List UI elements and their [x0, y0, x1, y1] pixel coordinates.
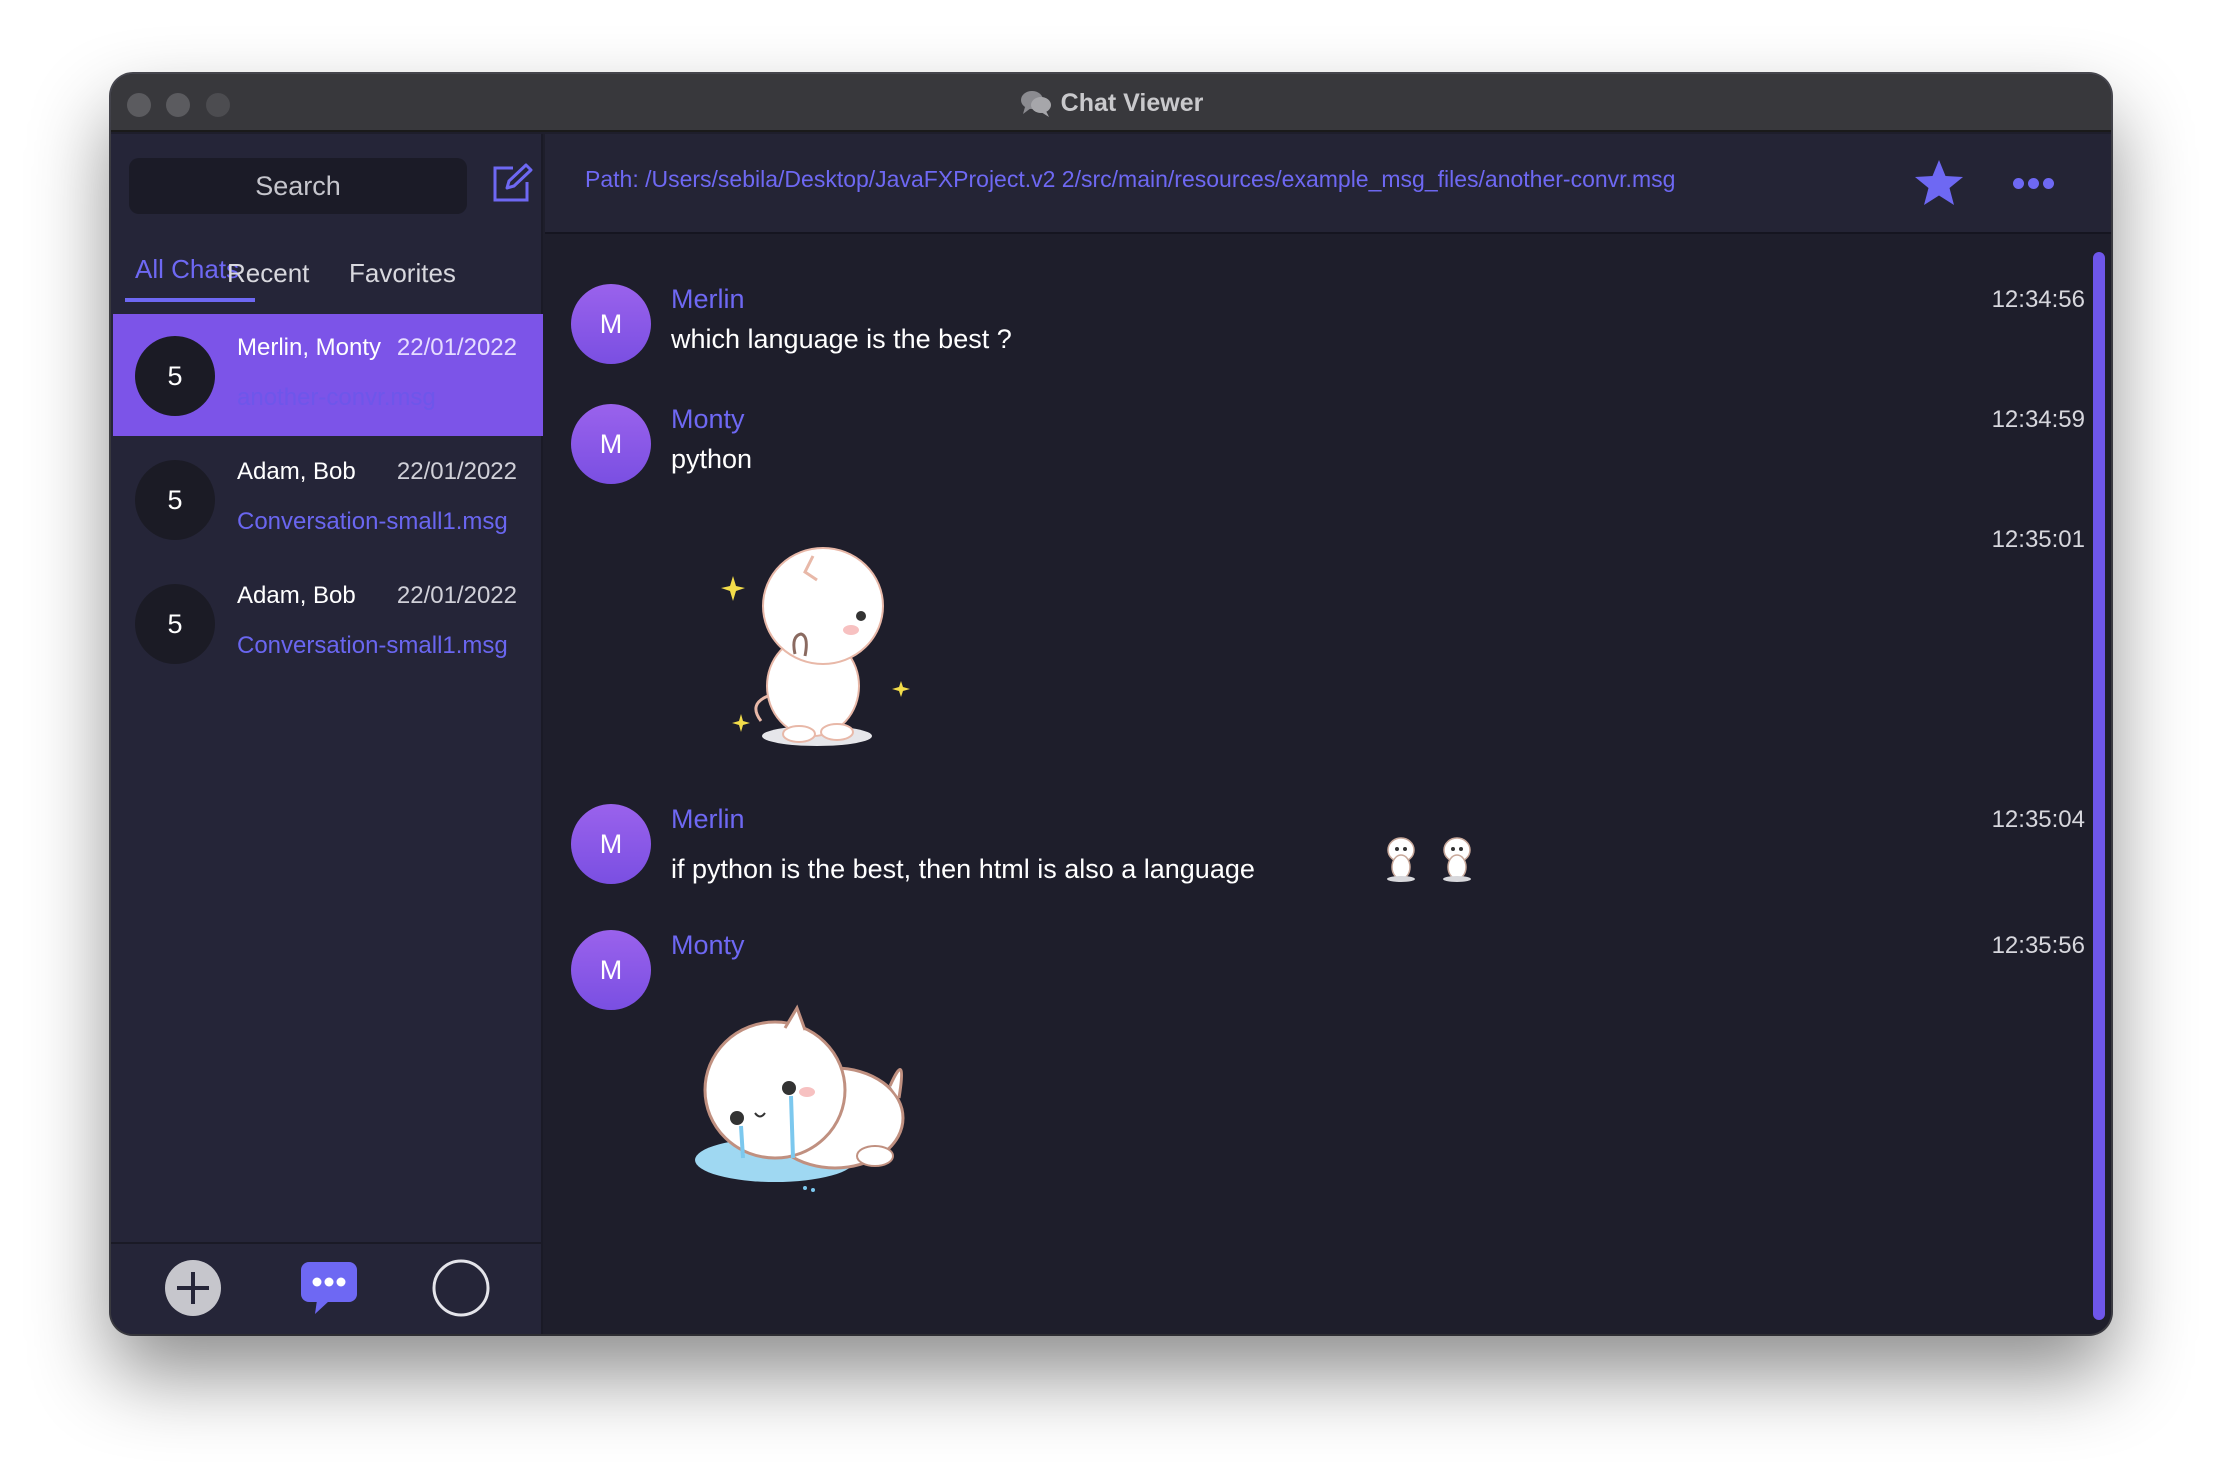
message-time: 12:34:59: [1991, 406, 2085, 433]
message-time: 12:35:01: [1991, 526, 2085, 553]
message-time: 12:34:56: [1991, 286, 2085, 313]
title-bar: Chat Viewer: [111, 74, 2111, 132]
chat-list-item[interactable]: 5 Adam, Bob 22/01/2022 Conversation-smal…: [113, 438, 543, 560]
star-icon[interactable]: [1913, 158, 1965, 208]
message-text: if python is the best, then html is also…: [671, 854, 1255, 884]
tab-recent[interactable]: Recent: [227, 258, 309, 289]
sender-name: Monty: [671, 930, 745, 960]
chat-bubble-icon[interactable]: [299, 1258, 359, 1318]
more-icon[interactable]: [2013, 176, 2055, 192]
message-text: python: [671, 444, 753, 474]
avatar: M: [571, 404, 651, 484]
message-count-badge: 5: [135, 460, 215, 540]
sender-name: Merlin: [671, 804, 745, 834]
chat-date: 22/01/2022: [396, 582, 517, 609]
sender-name: Monty: [671, 404, 745, 434]
active-tab-indicator: [125, 298, 255, 302]
sidebar: Search All Chats Recent Favorites 5 Merl…: [111, 134, 543, 1334]
message-count-badge: 5: [135, 584, 215, 664]
tab-favorites[interactable]: Favorites: [349, 258, 456, 289]
add-icon[interactable]: [163, 1258, 223, 1318]
search-input[interactable]: Search: [129, 158, 467, 214]
scrollbar[interactable]: [2093, 252, 2105, 1320]
chat-date: 22/01/2022: [396, 334, 517, 361]
message-text: which language is the best ?: [671, 324, 1012, 354]
chat-filename: another-convr.msg: [237, 384, 436, 411]
sidebar-toolbar: [111, 1242, 543, 1334]
compose-icon[interactable]: [489, 162, 533, 206]
chat-viewer-window: Chat Viewer Search All Chats Recent Favo…: [111, 74, 2111, 1334]
circle-icon[interactable]: [431, 1258, 491, 1318]
conversation-header: Path: /Users/sebila/Desktop/JavaFXProjec…: [545, 134, 2111, 234]
chat-participants: Adam, Bob: [237, 458, 356, 485]
avatar: M: [571, 284, 651, 364]
chat-list-item[interactable]: 5 Adam, Bob 22/01/2022 Conversation-smal…: [113, 562, 543, 684]
chat-viewer-app-icon: [1020, 91, 1051, 117]
conversation-panel: Path: /Users/sebila/Desktop/JavaFXProjec…: [545, 134, 2111, 1334]
chat-filename: Conversation-small1.msg: [237, 508, 508, 535]
file-path: Path: /Users/sebila/Desktop/JavaFXProjec…: [585, 166, 1676, 192]
cat-emoji: [1387, 837, 1471, 882]
avatar: M: [571, 930, 651, 1010]
chat-participants: Adam, Bob: [237, 582, 356, 609]
tab-all-chats[interactable]: All Chats: [135, 254, 239, 285]
window-title: Chat Viewer: [1060, 88, 1204, 117]
cat-sticker-crying: [695, 1004, 905, 1192]
message-time: 12:35:04: [1991, 806, 2085, 833]
chat-tabs: All Chats Recent Favorites: [125, 244, 545, 304]
sender-name: Merlin: [671, 284, 745, 314]
chat-date: 22/01/2022: [396, 458, 517, 485]
avatar: M: [571, 804, 651, 884]
chat-participants: Merlin, Monty: [237, 334, 382, 361]
message-time: 12:35:56: [1991, 932, 2085, 959]
chat-list-item[interactable]: 5 Merlin, Monty 22/01/2022 another-convr…: [113, 314, 543, 436]
message-count-badge: 5: [135, 336, 215, 416]
cat-sticker-happy: [721, 547, 910, 746]
chat-filename: Conversation-small1.msg: [237, 632, 508, 659]
search-placeholder: Search: [255, 170, 341, 201]
